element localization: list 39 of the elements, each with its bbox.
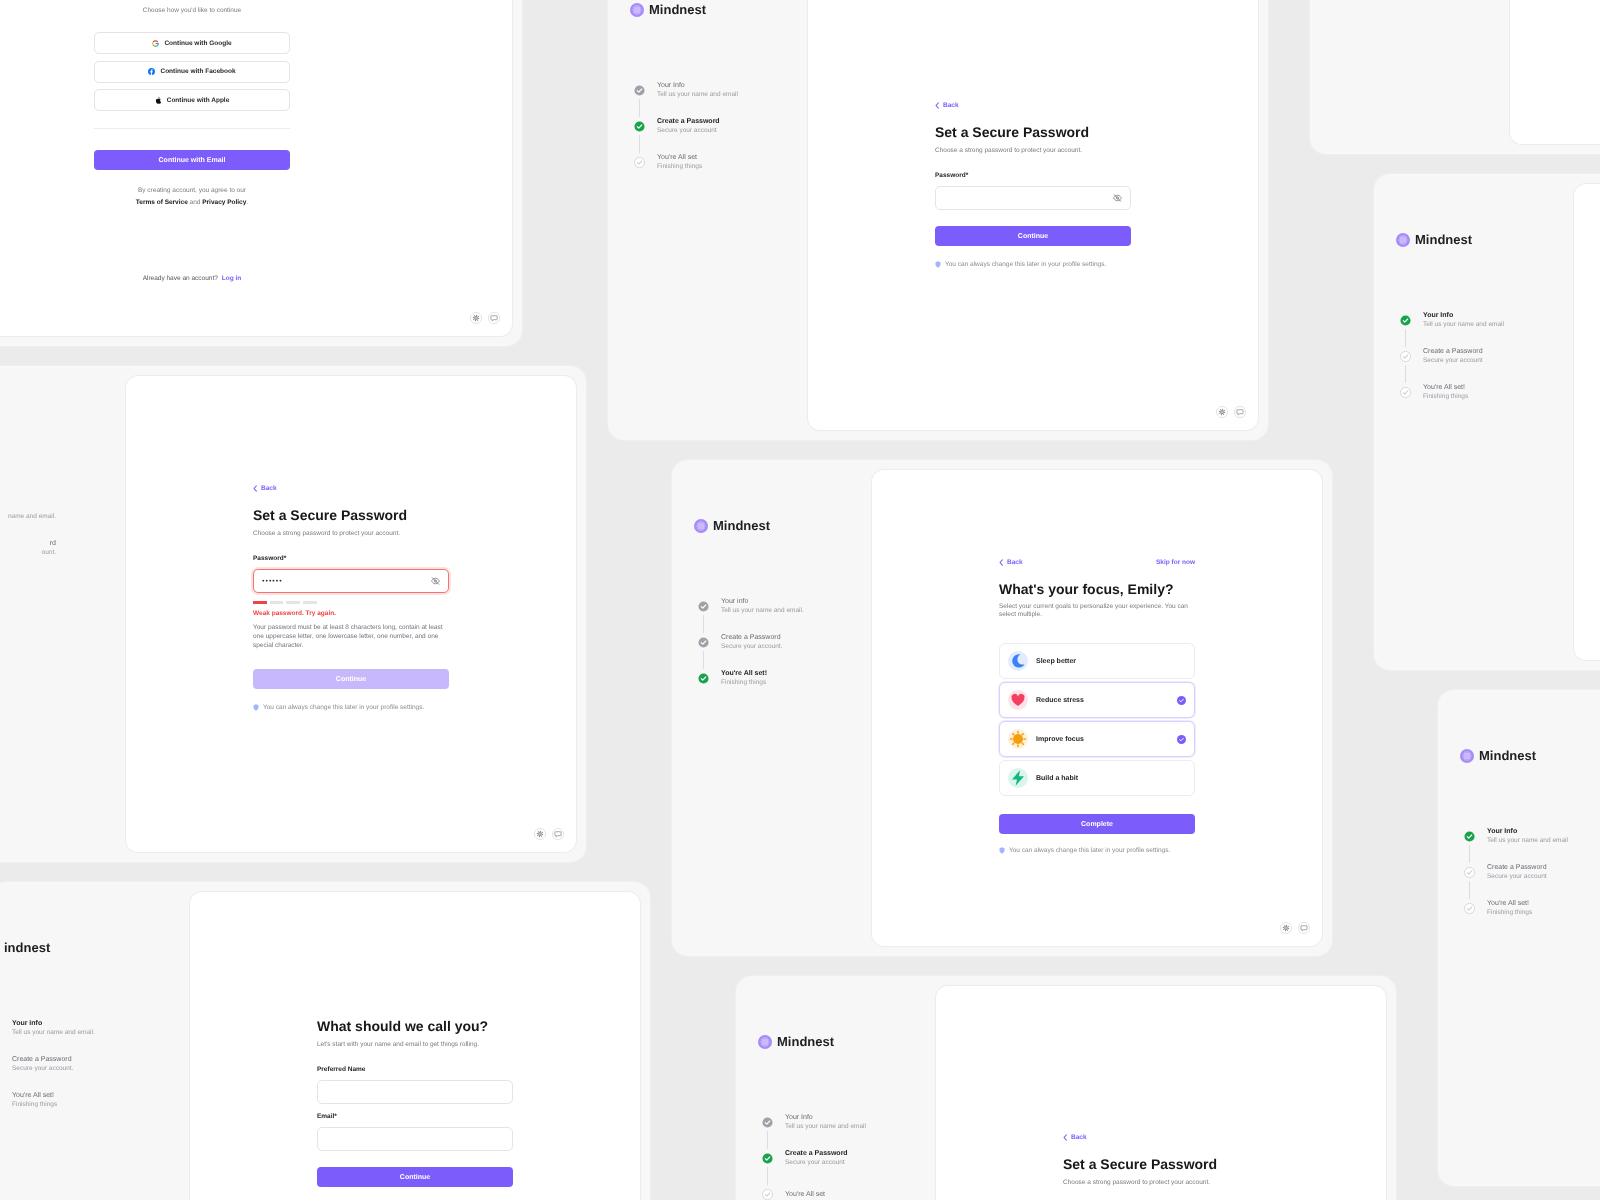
moon-icon — [1008, 651, 1028, 671]
check-circle-icon — [634, 156, 645, 168]
input-field[interactable] — [317, 1080, 513, 1104]
logo-icon — [1460, 749, 1474, 763]
chat-icon[interactable] — [488, 312, 500, 324]
check-badge-icon — [1177, 695, 1186, 705]
gear-icon[interactable] — [534, 828, 546, 840]
check-circle-icon — [634, 84, 645, 96]
gear-icon[interactable] — [470, 312, 482, 324]
check-badge-icon — [1177, 734, 1186, 744]
facebook-icon — [148, 68, 156, 76]
chat-icon[interactable] — [552, 828, 564, 840]
input-field[interactable] — [317, 1127, 513, 1151]
chat-icon[interactable] — [1234, 406, 1246, 418]
logo-icon — [630, 3, 644, 17]
check-circle-icon — [1400, 386, 1411, 398]
check-circle-icon — [698, 600, 709, 612]
check-circle-icon — [698, 636, 709, 648]
chat-icon[interactable] — [1298, 922, 1310, 934]
shield-icon — [935, 261, 941, 268]
logo-icon — [694, 519, 708, 533]
gear-icon[interactable] — [1216, 406, 1228, 418]
check-circle-icon — [1400, 314, 1411, 326]
apple-icon — [154, 96, 162, 104]
sun-icon — [1008, 729, 1028, 749]
shield-icon — [253, 704, 259, 711]
input-field[interactable] — [935, 186, 1131, 210]
check-circle-icon — [762, 1152, 773, 1164]
logo-icon — [1396, 233, 1410, 247]
heart-icon — [1008, 690, 1028, 710]
gear-icon[interactable] — [1280, 922, 1292, 934]
check-circle-icon — [762, 1116, 773, 1128]
shield-icon — [999, 847, 1005, 854]
bolt-icon — [1008, 768, 1028, 788]
check-circle-icon — [1464, 902, 1475, 914]
check-circle-icon — [634, 120, 645, 132]
check-circle-icon — [1464, 830, 1475, 842]
logo-icon — [758, 1035, 772, 1049]
check-circle-icon — [698, 672, 709, 684]
